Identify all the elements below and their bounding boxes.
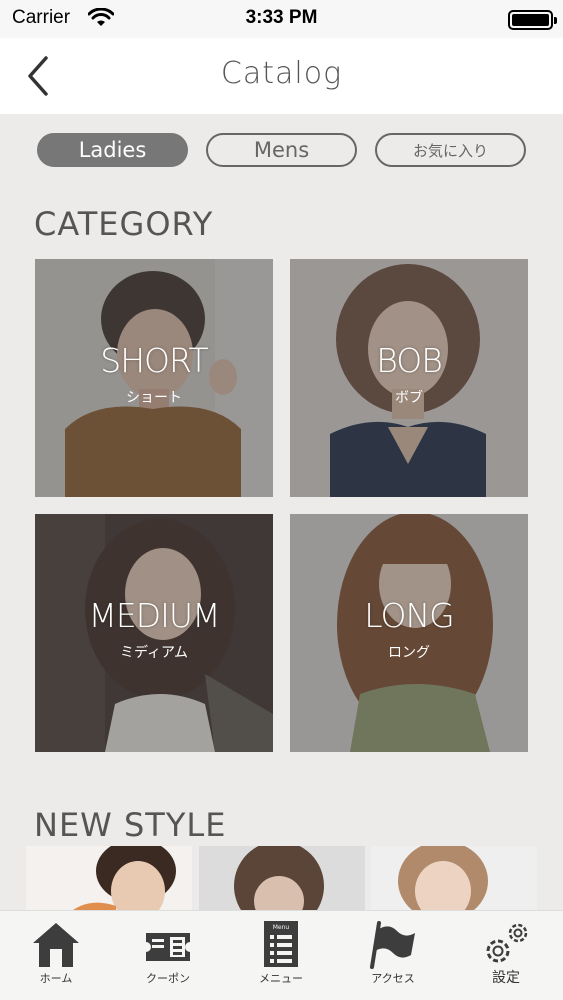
tabbar-access[interactable]: アクセス (337, 911, 449, 1000)
gear-icon (486, 923, 528, 963)
bottom-tab-bar: ホーム クーポン Menu メニュー アクセス 設定 (0, 910, 563, 1000)
gender-filter-tabs: Ladies Mens お気に入り (37, 133, 527, 169)
coupon-ticket-icon (146, 933, 190, 961)
page-title: Catalog (220, 56, 343, 91)
category-short[interactable]: SHORT ショート (35, 259, 273, 497)
menu-icon-text: Menu (273, 924, 290, 931)
category-long[interactable]: LONG ロング (290, 514, 528, 752)
navigation-bar: Catalog (0, 38, 563, 114)
tabbar-menu-label: メニュー (259, 972, 303, 985)
category-long-label: LONG (364, 596, 454, 635)
tab-favorites[interactable]: お気に入り (375, 133, 526, 167)
tabbar-menu[interactable]: Menu メニュー (225, 911, 337, 1000)
new-style-heading: NEW STYLE (34, 806, 227, 844)
new-style-photo (26, 846, 192, 916)
tabbar-coupon-label: クーポン (146, 972, 190, 985)
new-style-thumb[interactable] (371, 846, 537, 916)
tabbar-settings[interactable]: 設定 (450, 911, 562, 1000)
category-bob-label: BOB (376, 341, 443, 380)
category-long-sublabel: ロング (388, 645, 430, 661)
tabbar-home-label: ホーム (39, 972, 73, 985)
category-medium-label: MEDIUM (88, 596, 220, 635)
status-bar: Carrier 3:33 PM (0, 0, 563, 38)
category-bob[interactable]: BOB ボブ (290, 259, 528, 497)
tabbar-coupon[interactable]: クーポン (112, 911, 224, 1000)
new-style-photo (371, 846, 537, 916)
tabbar-access-label: アクセス (371, 972, 415, 985)
clock: 3:33 PM (245, 7, 318, 28)
home-icon (33, 923, 79, 967)
tabbar-settings-label: 設定 (492, 970, 520, 986)
new-style-photo (199, 846, 365, 916)
category-medium-sublabel: ミディアム (119, 645, 189, 661)
new-style-thumb[interactable] (26, 846, 192, 916)
category-short-label: SHORT (100, 341, 208, 380)
tab-ladies[interactable]: Ladies (37, 133, 188, 167)
category-short-sublabel: ショート (126, 390, 182, 406)
tabbar-home[interactable]: ホーム (0, 911, 112, 1000)
flag-icon (370, 921, 415, 969)
battery-icon (508, 10, 557, 30)
tab-mens[interactable]: Mens (206, 133, 357, 167)
category-heading: CATEGORY (34, 205, 214, 243)
category-bob-sublabel: ボブ (395, 390, 423, 406)
menu-list-icon: Menu (264, 921, 298, 967)
new-style-thumb[interactable] (199, 846, 365, 916)
category-medium[interactable]: MEDIUM ミディアム (35, 514, 273, 752)
